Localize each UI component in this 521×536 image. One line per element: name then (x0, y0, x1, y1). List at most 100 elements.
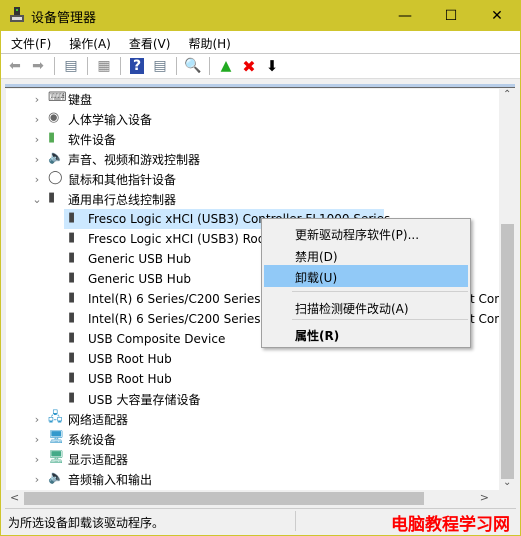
expand-icon[interactable]: › (31, 113, 43, 126)
scroll-right-icon[interactable]: > (480, 491, 489, 504)
properties-icon[interactable]: ▦ (94, 56, 114, 76)
expand-icon[interactable]: › (31, 413, 43, 426)
expand-icon[interactable]: › (31, 173, 43, 186)
hid-icon: ◉ (48, 110, 60, 125)
toolbar: ⬅ ➡ ▤ ▦ ? ▤ 🔍 ▲ ✖ ⬇ (1, 54, 520, 79)
tree-item-label: USB Root Hub (88, 372, 172, 386)
tree-item[interactable]: › 🔈 音频输入和输出 (6, 469, 499, 489)
usb-icon: ▮ (68, 390, 76, 405)
expand-icon[interactable]: › (31, 133, 43, 146)
horizontal-scrollbar[interactable]: < > (6, 490, 499, 507)
status-bar: 为所选设备卸载该驱动程序。 电脑教程学习网 (5, 508, 516, 535)
tree-item[interactable]: › 🖧 网络适配器 (6, 409, 499, 429)
help-icon[interactable]: ? (127, 56, 147, 76)
tree-item-label: USB Root Hub (88, 352, 172, 366)
network-adapter-icon: 🖧 (48, 410, 63, 425)
collapse-icon[interactable]: ⌄ (31, 193, 43, 206)
usb-icon: ▮ (68, 270, 76, 285)
menu-action[interactable]: 操作(A) (59, 31, 119, 53)
context-menu-item[interactable]: 更新驱动程序软件(P)... (264, 222, 468, 244)
show-hide-tree-icon[interactable]: ▤ (61, 56, 81, 76)
tree-item[interactable]: › ◯ 鼠标和其他指针设备 (6, 169, 499, 189)
maximize-button[interactable]: ☐ (428, 0, 474, 31)
mouse-icon: ◯ (48, 170, 63, 185)
window-title: 设备管理器 (31, 11, 97, 26)
scroll-up-icon[interactable]: ⌃ (503, 89, 511, 100)
tree-item[interactable]: › 🔈 声音、视频和游戏控制器 (6, 149, 499, 169)
usb-icon: ▮ (68, 330, 76, 345)
toolbar-separator (176, 57, 177, 75)
usb-icon: ▮ (48, 190, 56, 205)
expand-icon[interactable]: › (31, 153, 43, 166)
menu-bar: 文件(F) 操作(A) 查看(V) 帮助(H) (1, 31, 520, 54)
tree-item[interactable]: ▮ USB Root Hub (6, 349, 499, 369)
menu-separator (292, 291, 468, 292)
vertical-scrollbar[interactable]: ⌃ ⌄ (499, 89, 516, 490)
update-driver-icon[interactable]: ▲ (216, 56, 236, 76)
status-text: 为所选设备卸载该驱动程序。 (8, 516, 165, 530)
tree-item[interactable]: ⌄ ▮ 通用串行总线控制器 (6, 189, 499, 209)
action-pane-icon[interactable]: ▤ (150, 56, 170, 76)
tree-item-label: USB Composite Device (88, 332, 226, 346)
tree-item[interactable]: › 🖥 显示适配器 (6, 449, 499, 469)
tree-item-label: 音频输入和输出 (68, 472, 153, 487)
scan-hardware-icon[interactable]: 🔍 (183, 56, 203, 76)
tree-item-label: 显示适配器 (68, 452, 129, 467)
usb-icon: ▮ (68, 350, 76, 365)
tree-item-label: 声音、视频和游戏控制器 (68, 152, 201, 167)
tree-item[interactable]: ▮ USB 大容量存储设备 (6, 389, 499, 409)
toolbar-separator (87, 57, 88, 75)
usb-icon: ▮ (68, 310, 76, 325)
context-menu-item[interactable]: 卸载(U) (264, 265, 468, 287)
vertical-scroll-thumb[interactable] (501, 224, 514, 479)
expand-icon[interactable]: › (31, 473, 43, 486)
uninstall-icon[interactable]: ✖ (239, 56, 259, 76)
disable-icon[interactable]: ⬇ (262, 56, 282, 76)
tree-item-label: 鼠标和其他指针设备 (68, 172, 177, 187)
back-icon[interactable]: ⬅ (5, 56, 25, 76)
menu-help[interactable]: 帮助(H) (178, 31, 238, 53)
tree-item-label: Generic USB Hub (88, 252, 192, 266)
expand-icon[interactable]: › (31, 433, 43, 446)
tree-item-label: Generic USB Hub (88, 272, 192, 286)
context-menu-item[interactable]: 属性(R) (264, 323, 468, 345)
usb-icon: ▮ (68, 210, 76, 225)
display-adapter-icon: 🖥 (48, 450, 65, 465)
scroll-left-icon[interactable]: < (10, 491, 19, 504)
tree-item[interactable]: › 🖥 系统设备 (6, 429, 499, 449)
device-manager-window: 设备管理器 — ☐ ✕ 文件(F) 操作(A) 查看(V) 帮助(H) ⬅ ➡ … (1, 0, 520, 535)
tree-item-label: USB 大容量存储设备 (88, 392, 201, 407)
software-device-icon: ▮ (48, 130, 56, 145)
close-button[interactable]: ✕ (474, 0, 520, 31)
system-device-icon: 🖥 (48, 430, 65, 445)
tree-item-label: 键盘 (68, 92, 93, 107)
context-menu-item[interactable]: 禁用(D) (264, 244, 468, 266)
toolbar-separator (54, 57, 55, 75)
minimize-button[interactable]: — (382, 0, 428, 31)
watermark: 电脑教程学习网 (391, 515, 510, 535)
usb-icon: ▮ (68, 290, 76, 305)
tree-item-label: 人体学输入设备 (68, 112, 153, 127)
pane-border (5, 84, 515, 88)
forward-icon[interactable]: ➡ (28, 56, 48, 76)
device-manager-icon (10, 7, 24, 22)
title-bar: 设备管理器 — ☐ ✕ (1, 0, 520, 31)
expand-icon[interactable]: › (31, 453, 43, 466)
tree-item[interactable]: › ▮ 软件设备 (6, 129, 499, 149)
usb-icon: ▮ (68, 370, 76, 385)
speaker-icon: 🔈 (48, 470, 65, 485)
context-menu: 更新驱动程序软件(P)... 禁用(D) 卸载(U) 扫描检测硬件改动(A) 属性(R) (261, 218, 471, 348)
speaker-icon: 🔈 (48, 150, 65, 165)
tree-item[interactable]: › ◉ 人体学输入设备 (6, 109, 499, 129)
context-menu-item[interactable]: 扫描检测硬件改动(A) (264, 296, 468, 318)
tree-item-label: 网络适配器 (68, 412, 129, 427)
keyboard-icon: ⌨ (48, 90, 67, 105)
tree-item[interactable]: ▮ USB Root Hub (6, 369, 499, 389)
expand-icon[interactable]: › (31, 93, 43, 106)
scroll-down-icon[interactable]: ⌄ (503, 477, 511, 488)
tree-item[interactable]: › ⌨ 键盘 (6, 89, 499, 109)
menu-file[interactable]: 文件(F) (1, 31, 59, 53)
horizontal-scroll-thumb[interactable] (24, 492, 424, 505)
menu-view[interactable]: 查看(V) (119, 31, 179, 53)
toolbar-separator (120, 57, 121, 75)
